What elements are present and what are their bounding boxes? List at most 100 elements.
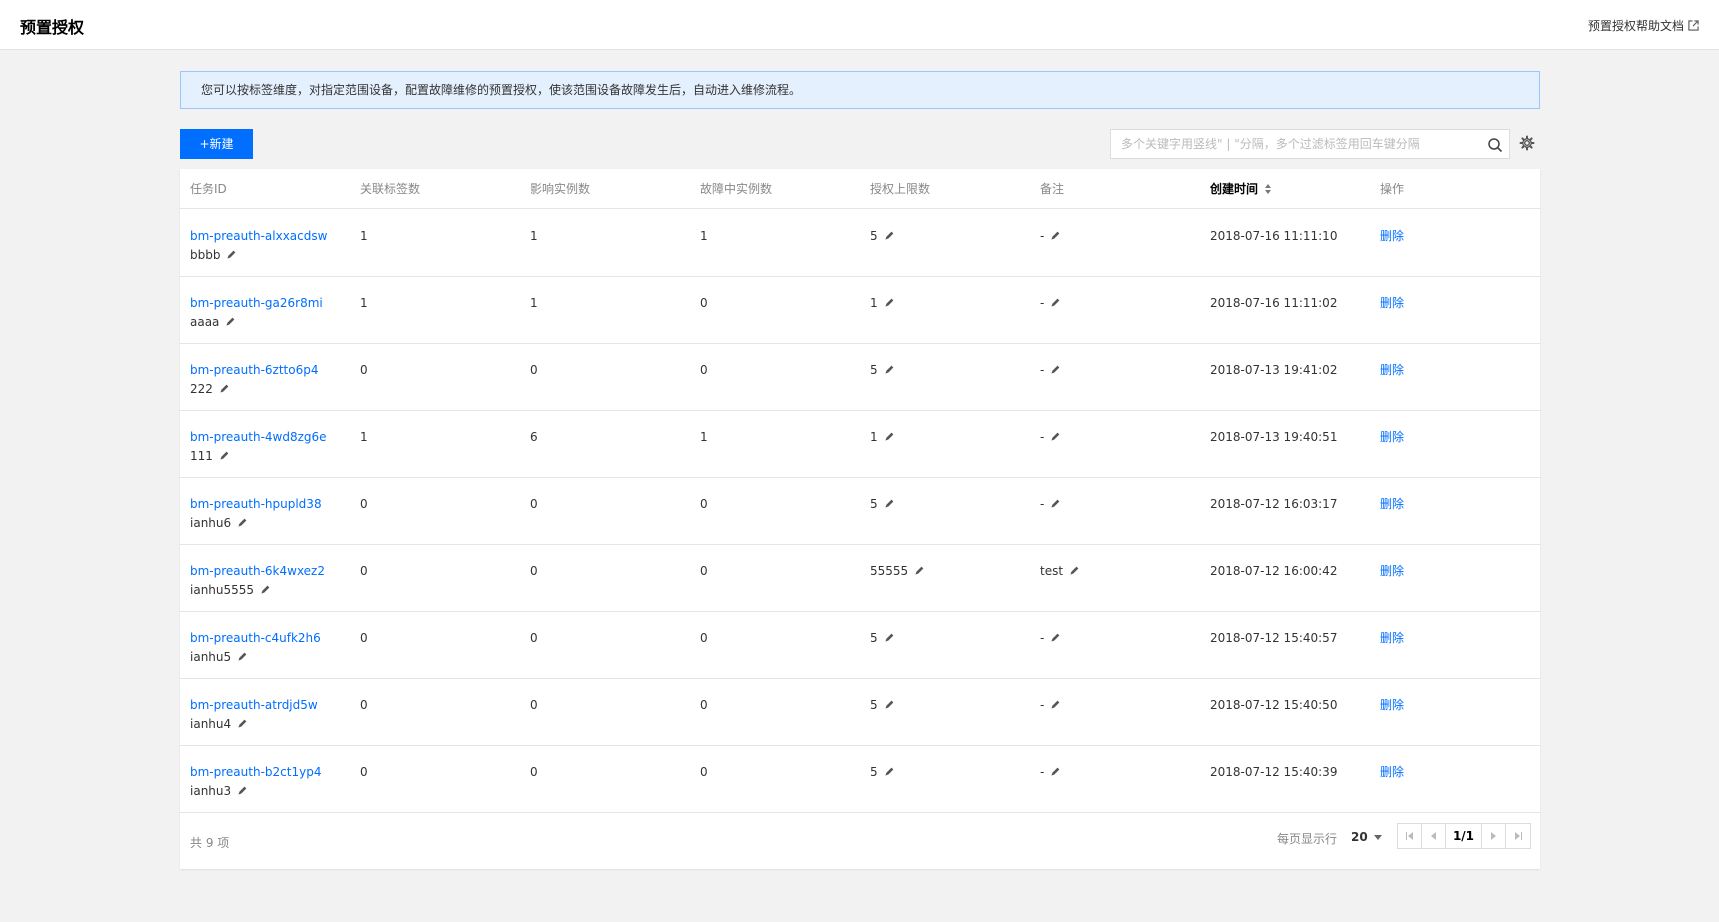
affected-count: 0 bbox=[530, 363, 538, 377]
pencil-edit-icon[interactable] bbox=[884, 297, 895, 308]
per-page-value: 20 bbox=[1351, 830, 1368, 844]
new-button[interactable]: +新建 bbox=[180, 129, 253, 159]
tag-count: 1 bbox=[360, 296, 368, 310]
created-time: 2018-07-12 16:00:42 bbox=[1210, 564, 1338, 578]
delete-link[interactable]: 删除 bbox=[1380, 229, 1404, 243]
pencil-edit-icon[interactable] bbox=[237, 785, 248, 796]
limit-value: 5 bbox=[870, 363, 878, 377]
limit-value: 5 bbox=[870, 765, 878, 779]
pencil-edit-icon[interactable] bbox=[237, 651, 248, 662]
pencil-edit-icon[interactable] bbox=[1069, 565, 1080, 576]
faulty-count: 0 bbox=[700, 564, 708, 578]
preauth-table: 任务ID 关联标签数 影响实例数 故障中实例数 授权上限数 备注 创建时间 操作… bbox=[180, 169, 1540, 869]
gear-icon[interactable] bbox=[1519, 135, 1535, 151]
page-indicator: 1/1 bbox=[1446, 824, 1482, 848]
table-row: bm-preauth-hpupld38 ianhu6 0 0 0 5 - 2018-07-12… bbox=[180, 478, 1540, 545]
task-name: 222 bbox=[190, 382, 213, 396]
pencil-edit-icon[interactable] bbox=[1050, 766, 1061, 777]
remark-value: - bbox=[1040, 497, 1045, 511]
pencil-edit-icon[interactable] bbox=[914, 565, 925, 576]
affected-count: 0 bbox=[530, 765, 538, 779]
remark-value: - bbox=[1040, 229, 1045, 243]
next-page-button[interactable] bbox=[1482, 824, 1506, 848]
last-page-icon bbox=[1514, 832, 1522, 840]
tag-count: 1 bbox=[360, 430, 368, 444]
pencil-edit-icon[interactable] bbox=[260, 584, 271, 595]
task-name: aaaa bbox=[190, 315, 220, 329]
remark-value: - bbox=[1040, 430, 1045, 444]
pencil-edit-icon[interactable] bbox=[1050, 632, 1061, 643]
affected-count: 0 bbox=[530, 497, 538, 511]
task-id-link[interactable]: bm-preauth-alxxacdsw bbox=[190, 229, 327, 243]
delete-link[interactable]: 删除 bbox=[1380, 631, 1404, 645]
pencil-edit-icon[interactable] bbox=[1050, 297, 1061, 308]
pencil-edit-icon[interactable] bbox=[884, 230, 895, 241]
faulty-count: 1 bbox=[700, 430, 708, 444]
tag-count: 0 bbox=[360, 497, 368, 511]
prev-page-button[interactable] bbox=[1422, 824, 1446, 848]
task-id-link[interactable]: bm-preauth-6ztto6p4 bbox=[190, 363, 318, 377]
delete-link[interactable]: 删除 bbox=[1380, 296, 1404, 310]
pencil-edit-icon[interactable] bbox=[226, 249, 237, 260]
created-time: 2018-07-16 11:11:02 bbox=[1210, 296, 1338, 310]
sort-icon[interactable] bbox=[1264, 184, 1272, 194]
task-id-link[interactable]: bm-preauth-ga26r8mi bbox=[190, 296, 323, 310]
task-name: ianhu4 bbox=[190, 717, 232, 731]
pencil-edit-icon[interactable] bbox=[1050, 498, 1061, 509]
table-footer: 共 9 项 每页显示行 20 1/1 bbox=[180, 812, 1540, 869]
delete-link[interactable]: 删除 bbox=[1380, 430, 1404, 444]
help-doc-link[interactable]: 预置授权帮助文档 bbox=[1588, 17, 1699, 34]
pencil-edit-icon[interactable] bbox=[884, 766, 895, 777]
pencil-edit-icon[interactable] bbox=[884, 498, 895, 509]
delete-link[interactable]: 删除 bbox=[1380, 497, 1404, 511]
table-header: 任务ID 关联标签数 影响实例数 故障中实例数 授权上限数 备注 创建时间 操作 bbox=[180, 169, 1540, 209]
per-page-select[interactable]: 20 bbox=[1351, 830, 1382, 844]
limit-value: 5 bbox=[870, 229, 878, 243]
table-row: bm-preauth-4wd8zg6e 111 1 6 1 1-2018-07-13 19… bbox=[180, 411, 1540, 478]
pencil-edit-icon[interactable] bbox=[1050, 431, 1061, 442]
col-created-time[interactable]: 创建时间 bbox=[1210, 169, 1272, 209]
table-row: bm-preauth-b2ct1yp4 ianhu3 0 0 0 5 - 2018-07-12… bbox=[180, 746, 1540, 813]
pencil-edit-icon[interactable] bbox=[884, 364, 895, 375]
col-faulty-count: 故障中实例数 bbox=[700, 182, 773, 196]
task-id-link[interactable]: bm-preauth-hpupld38 bbox=[190, 497, 322, 511]
delete-link[interactable]: 删除 bbox=[1380, 698, 1404, 712]
task-id-link[interactable]: bm-preauth-atrdjd5w bbox=[190, 698, 318, 712]
pencil-edit-icon[interactable] bbox=[237, 517, 248, 528]
table-row: bm-preauth-ga26r8mi aaaa 1 1 0 1 - 2018-07-16 1… bbox=[180, 277, 1540, 344]
table-row: bm-preauth-atrdjd5w ianhu4 0 0 0 5 - 2018-07-12… bbox=[180, 679, 1540, 746]
task-id-link[interactable]: bm-preauth-4wd8zg6e bbox=[190, 430, 327, 444]
limit-value: 55555 bbox=[870, 564, 909, 578]
remark-value: test bbox=[1040, 564, 1064, 578]
pencil-edit-icon[interactable] bbox=[884, 632, 895, 643]
pencil-edit-icon[interactable] bbox=[1050, 699, 1061, 710]
table-row: bm-preauth-6k4wxez2 ianhu5555 0 0 0 55555 test… bbox=[180, 545, 1540, 612]
help-doc-label: 预置授权帮助文档 bbox=[1587, 19, 1684, 33]
pencil-edit-icon[interactable] bbox=[219, 450, 230, 461]
search-input[interactable] bbox=[1111, 130, 1481, 158]
pencil-edit-icon[interactable] bbox=[1050, 230, 1061, 241]
pencil-edit-icon[interactable] bbox=[884, 699, 895, 710]
pencil-edit-icon[interactable] bbox=[225, 316, 236, 327]
col-created-time-label: 创建时间 bbox=[1210, 182, 1259, 196]
limit-value: 5 bbox=[870, 631, 878, 645]
first-page-button[interactable] bbox=[1398, 824, 1422, 848]
delete-link[interactable]: 删除 bbox=[1380, 564, 1404, 578]
tag-count: 0 bbox=[360, 631, 368, 645]
table-row: bm-preauth-alxxacdsw bbbb 1 1 1 5 - 2018-07-16 … bbox=[180, 210, 1540, 277]
faulty-count: 0 bbox=[700, 765, 708, 779]
limit-value: 1 bbox=[870, 430, 878, 444]
pencil-edit-icon[interactable] bbox=[884, 431, 895, 442]
last-page-button[interactable] bbox=[1506, 824, 1530, 848]
faulty-count: 0 bbox=[700, 296, 708, 310]
pencil-edit-icon[interactable] bbox=[1050, 364, 1061, 375]
search-icon[interactable] bbox=[1487, 137, 1503, 153]
per-page-label: 每页显示行 bbox=[1277, 832, 1338, 846]
task-id-link[interactable]: bm-preauth-b2ct1yp4 bbox=[190, 765, 321, 779]
pencil-edit-icon[interactable] bbox=[237, 718, 248, 729]
delete-link[interactable]: 删除 bbox=[1380, 765, 1404, 779]
task-id-link[interactable]: bm-preauth-6k4wxez2 bbox=[190, 564, 325, 578]
task-id-link[interactable]: bm-preauth-c4ufk2h6 bbox=[190, 631, 321, 645]
pencil-edit-icon[interactable] bbox=[219, 383, 230, 394]
delete-link[interactable]: 删除 bbox=[1380, 363, 1404, 377]
